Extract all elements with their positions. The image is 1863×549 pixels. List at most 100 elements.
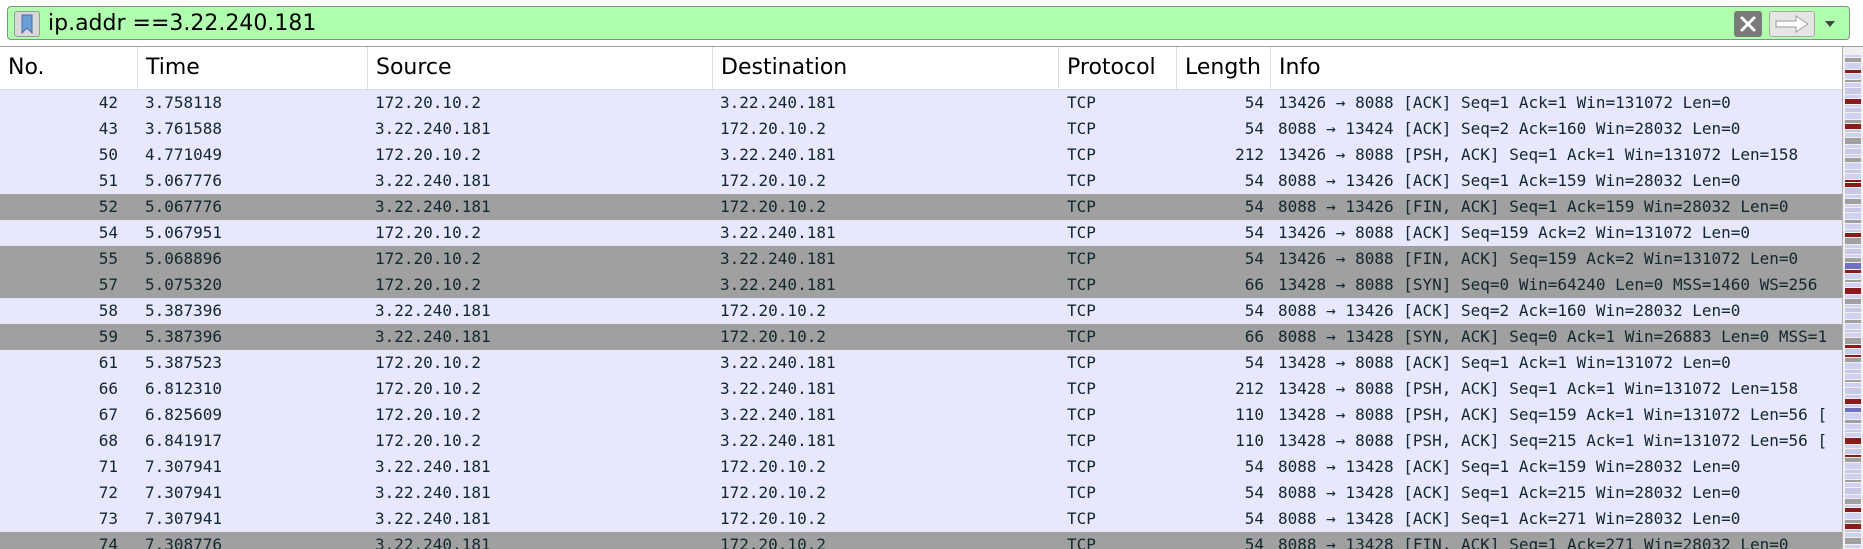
minimap-stripe: [1845, 124, 1861, 129]
minimap-stripe: [1845, 399, 1861, 404]
packet-protocol: TCP: [1067, 509, 1096, 528]
minimap-stripe: [1845, 83, 1861, 87]
table-row[interactable]: 51 5.067776 3.22.240.181 172.20.10.2 TCP 54 80…: [0, 168, 1842, 194]
packet-destination: 3.22.240.181: [720, 223, 836, 242]
minimap-stripe: [1845, 308, 1861, 312]
column-header-destination[interactable]: Destination: [713, 47, 1059, 89]
minimap-stripe: [1845, 374, 1861, 379]
minimap-stripe: [1845, 220, 1861, 223]
packet-length: 54: [1244, 457, 1264, 476]
packet-length: 212: [1235, 379, 1264, 398]
packet-time: 6.812310: [145, 379, 223, 398]
display-filter-input[interactable]: [48, 9, 1728, 37]
column-header-source[interactable]: Source: [368, 47, 713, 89]
packet-length: 54: [1244, 483, 1264, 502]
table-row[interactable]: 50 4.771049 172.20.10.2 3.22.240.181 TCP 212 1…: [0, 142, 1842, 168]
table-row[interactable]: 59 5.387396 3.22.240.181 172.20.10.2 TCP 66 80…: [0, 324, 1842, 350]
packet-time: 5.067776: [145, 197, 223, 216]
packet-number: 61: [98, 353, 118, 372]
minimap-stripe: [1845, 305, 1861, 307]
packet-info: 13426 → 8088 [ACK] Seq=159 Ack=2 Win=131…: [1278, 223, 1751, 242]
minimap-stripe: [1845, 299, 1861, 304]
packet-source: 172.20.10.2: [375, 431, 481, 450]
packet-source: 172.20.10.2: [375, 93, 481, 112]
packet-source: 172.20.10.2: [375, 353, 481, 372]
table-row[interactable]: 71 7.307941 3.22.240.181 172.20.10.2 TCP 54 80…: [0, 454, 1842, 480]
packet-list-header: No. Time Source Destination Protocol Len…: [0, 47, 1842, 90]
minimap-stripe: [1845, 433, 1861, 437]
packet-destination: 3.22.240.181: [720, 405, 836, 424]
packet-minimap[interactable]: [1845, 55, 1861, 549]
packet-destination: 3.22.240.181: [720, 353, 836, 372]
minimap-stripe: [1845, 463, 1861, 469]
table-row[interactable]: 61 5.387523 172.20.10.2 3.22.240.181 TCP 54 13…: [0, 350, 1842, 376]
packet-list-scrollbar[interactable]: [1842, 47, 1863, 549]
packet-length: 212: [1235, 145, 1264, 164]
table-row[interactable]: 66 6.812310 172.20.10.2 3.22.240.181 TCP 212 1…: [0, 376, 1842, 402]
column-header-no[interactable]: No.: [0, 47, 138, 89]
packet-time: 5.387523: [145, 353, 223, 372]
column-header-length[interactable]: Length: [1177, 47, 1271, 89]
packet-info: 13428 → 8088 [PSH, ACK] Seq=159 Ack=1 Wi…: [1278, 405, 1828, 424]
minimap-stripe: [1845, 408, 1861, 412]
packet-length: 66: [1244, 327, 1264, 346]
table-row[interactable]: 73 7.307941 3.22.240.181 172.20.10.2 TCP 54 80…: [0, 506, 1842, 532]
packet-time: 5.387396: [145, 327, 223, 346]
table-row[interactable]: 67 6.825609 172.20.10.2 3.22.240.181 TCP 110 1…: [0, 402, 1842, 428]
apply-filter-button[interactable]: [1769, 11, 1815, 37]
packet-length: 110: [1235, 405, 1264, 424]
packet-number: 43: [98, 119, 118, 138]
packet-info: 8088 → 13428 [ACK] Seq=1 Ack=271 Win=280…: [1278, 509, 1741, 528]
table-row[interactable]: 72 7.307941 3.22.240.181 172.20.10.2 TCP 54 80…: [0, 480, 1842, 506]
packet-length: 54: [1244, 171, 1264, 190]
minimap-stripe: [1845, 263, 1861, 269]
minimap-stripe: [1845, 213, 1861, 219]
packet-info: 13426 → 8088 [PSH, ACK] Seq=1 Ack=1 Win=…: [1278, 145, 1799, 164]
packet-destination: 3.22.240.181: [720, 431, 836, 450]
column-header-info[interactable]: Info: [1271, 47, 1842, 89]
packet-destination: 3.22.240.181: [720, 249, 836, 268]
recent-filters-dropdown[interactable]: [1816, 11, 1844, 37]
packet-info: 8088 → 13428 [SYN, ACK] Seq=0 Ack=1 Win=…: [1278, 327, 1828, 346]
minimap-stripe: [1845, 395, 1861, 398]
minimap-stripe: [1845, 438, 1861, 444]
packet-protocol: TCP: [1067, 145, 1096, 164]
minimap-stripe: [1845, 458, 1861, 462]
table-row[interactable]: 57 5.075320 172.20.10.2 3.22.240.181 TCP 66 13…: [0, 272, 1842, 298]
minimap-stripe: [1845, 283, 1861, 287]
minimap-stripe: [1845, 63, 1861, 69]
table-row[interactable]: 43 3.761588 3.22.240.181 172.20.10.2 TCP 54 80…: [0, 116, 1842, 142]
table-row[interactable]: 68 6.841917 172.20.10.2 3.22.240.181 TCP 110 1…: [0, 428, 1842, 454]
minimap-stripe: [1845, 370, 1861, 373]
packet-time: 6.841917: [145, 431, 223, 450]
minimap-stripe: [1845, 274, 1861, 279]
minimap-stripe: [1845, 405, 1861, 407]
table-row[interactable]: 42 3.758118 172.20.10.2 3.22.240.181 TCP 54 13…: [0, 90, 1842, 116]
packet-source: 3.22.240.181: [375, 457, 491, 476]
bookmark-button[interactable]: [14, 11, 40, 37]
table-row[interactable]: 58 5.387396 3.22.240.181 172.20.10.2 TCP 54 80…: [0, 298, 1842, 324]
minimap-stripe: [1845, 533, 1861, 537]
packet-time: 5.068896: [145, 249, 223, 268]
column-header-time[interactable]: Time: [138, 47, 368, 89]
packet-source: 3.22.240.181: [375, 171, 491, 190]
packet-protocol: TCP: [1067, 119, 1096, 138]
minimap-stripe: [1845, 474, 1861, 479]
packet-source: 172.20.10.2: [375, 249, 481, 268]
minimap-stripe: [1845, 388, 1861, 394]
table-row[interactable]: 54 5.067951 172.20.10.2 3.22.240.181 TCP 54 13…: [0, 220, 1842, 246]
clear-x-icon: [1740, 16, 1756, 32]
minimap-stripe: [1845, 445, 1861, 448]
packet-number: 73: [98, 509, 118, 528]
column-header-protocol[interactable]: Protocol: [1059, 47, 1177, 89]
table-row[interactable]: 55 5.068896 172.20.10.2 3.22.240.181 TCP 54 13…: [0, 246, 1842, 272]
packet-destination: 172.20.10.2: [720, 119, 826, 138]
minimap-stripe: [1845, 255, 1861, 257]
minimap-stripe: [1845, 495, 1861, 498]
packet-protocol: TCP: [1067, 93, 1096, 112]
table-row[interactable]: 52 5.067776 3.22.240.181 172.20.10.2 TCP 54 80…: [0, 194, 1842, 220]
table-row[interactable]: 74 7.308776 3.22.240.181 172.20.10.2 TCP 54 80…: [0, 532, 1842, 549]
packet-number: 54: [98, 223, 118, 242]
packet-time: 7.307941: [145, 483, 223, 502]
clear-filter-button[interactable]: [1734, 11, 1762, 37]
